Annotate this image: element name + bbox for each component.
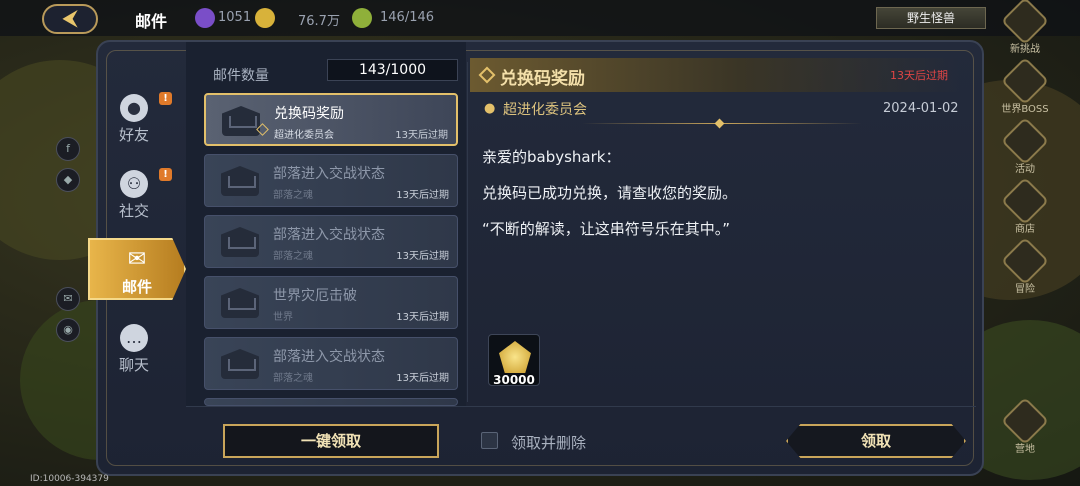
share-icon[interactable]: ◆ [56,168,80,192]
mail-expire: 13天后过期 [396,373,449,384]
list-item[interactable]: 部落进入交战状态 部落之魂 13天后过期 [204,154,458,207]
envelope-icon [221,288,259,318]
tab-friends[interactable]: ● 好友 ! [90,88,178,148]
mail-sender: 超进化委员会 [274,130,334,141]
boss-icon [1000,56,1050,106]
facebook-icon[interactable]: f [56,137,80,161]
envelope-icon [222,106,260,136]
right-item-challenge[interactable]: 新挑战 [995,0,1055,55]
event-icon [1000,116,1050,166]
right-item-label: 营地 [1015,444,1035,455]
list-item[interactable]: 部落进入交战状态 部落之魂 13天后过期 [204,337,458,390]
tab-label: 社交 [118,202,149,220]
mail-title: 部落进入交战状态 [273,227,385,243]
friend-icon: ● [120,94,148,122]
shop-icon [1000,176,1050,226]
gold-coin-icon [499,341,531,373]
food-count: 146/146 [380,10,435,25]
food-icon [352,8,372,28]
detail-expire: 13天后过期 [890,69,948,82]
right-menu: 新挑战 世界BOSS 活动 商店 冒险 营地 [985,0,1080,486]
mail-sender: 部落之魂 [273,373,313,384]
gem-count: 1051 [218,10,252,25]
tab-chat[interactable]: … 聊天 [90,318,178,378]
adventure-icon [1000,236,1050,286]
right-item-label: 新挑战 [1010,44,1040,55]
envelope-icon [221,349,259,379]
envelope-icon [221,166,259,196]
mail-body-line: “不断的解读，让这串符号乐在其中。” [482,220,731,238]
notification-badge: ! [159,168,172,181]
sender-icon: ● [484,101,496,116]
tab-label: 好友 [118,126,149,144]
right-item-boss[interactable]: 世界BOSS [995,56,1055,115]
list-item[interactable]: 世界灾厄击破 世界 13天后过期 [204,276,458,329]
right-item-label: 冒险 [1015,284,1035,295]
chat-icon: … [120,324,148,352]
mail-expire: 13天后过期 [396,251,449,262]
gold-icon [255,8,275,28]
gold-count: 76.7万 [298,14,340,29]
right-item-shop[interactable]: 商店 [995,176,1055,235]
wild-monster-button[interactable]: 野生怪兽 [876,7,986,29]
player-id: ID:10006-394379 [30,474,109,484]
page-title: 邮件 [135,12,168,31]
divider [186,406,976,407]
reward-quantity: 30000 [493,373,535,387]
mail-expire: 13天后过期 [396,312,449,323]
mail-sender: 部落之魂 [273,251,313,262]
mail-body-line: 亲爱的babyshark： [482,148,621,166]
delete-checkbox-label: 领取并删除 [511,434,587,452]
reward-item[interactable]: 30000 [488,334,540,387]
mail-count-label: 邮件数量 [213,68,269,84]
mail-icon: ✉ [127,247,147,272]
tab-mail[interactable]: ✉ 邮件 [88,238,186,300]
gem-icon [195,8,215,28]
back-arrow-icon[interactable]: ⮜ [42,4,98,34]
tab-label: 聊天 [118,356,149,374]
tab-social[interactable]: ⚇ 社交 ! [90,164,178,224]
right-item-label: 活动 [1015,164,1035,175]
delete-checkbox[interactable] [481,432,498,449]
list-item[interactable]: 兑换码奖励 超进化委员会 13天后过期 [204,93,458,146]
mail-title: 部落进入交战状态 [273,349,385,365]
divider [467,62,468,402]
mail-title: 世界灾厄击破 [273,288,357,304]
right-item-camp[interactable]: 营地 [995,396,1055,455]
social-icon: ⚇ [120,170,148,198]
mail-count-value: 143/1000 [327,59,458,81]
right-item-adventure[interactable]: 冒险 [995,236,1055,295]
tab-label: 邮件 [121,278,152,296]
list-item[interactable]: 部落进入交战状态 部落之魂 13天后过期 [204,215,458,268]
mail-title: 兑换码奖励 [274,106,344,122]
mail-expire: 13天后过期 [395,130,448,141]
challenge-icon [1000,0,1050,46]
claim-all-button[interactable]: 一键领取 [223,424,439,458]
camp-icon [1000,396,1050,446]
right-item-label: 商店 [1015,224,1035,235]
mail-sender: 世界 [273,312,293,323]
mail-sender: 部落之魂 [273,190,313,201]
claim-button[interactable]: 领取 [786,424,966,458]
detail-sender: 超进化委员会 [503,102,587,118]
mail-small-icon[interactable]: ✉ [56,287,80,311]
list-item-partial[interactable] [204,398,458,406]
chat-small-icon[interactable]: ◉ [56,318,80,342]
mail-title: 部落进入交战状态 [273,166,385,182]
envelope-icon [221,227,259,257]
right-item-label: 世界BOSS [1001,104,1049,115]
notification-badge: ! [159,92,172,105]
detail-title: 兑换码奖励 [500,69,585,89]
mail-expire: 13天后过期 [396,190,449,201]
detail-date: 2024-01-02 [883,101,959,116]
right-item-event[interactable]: 活动 [995,116,1055,175]
mail-body-line: 兑换码已成功兑换，请查收您的奖励。 [482,184,738,202]
